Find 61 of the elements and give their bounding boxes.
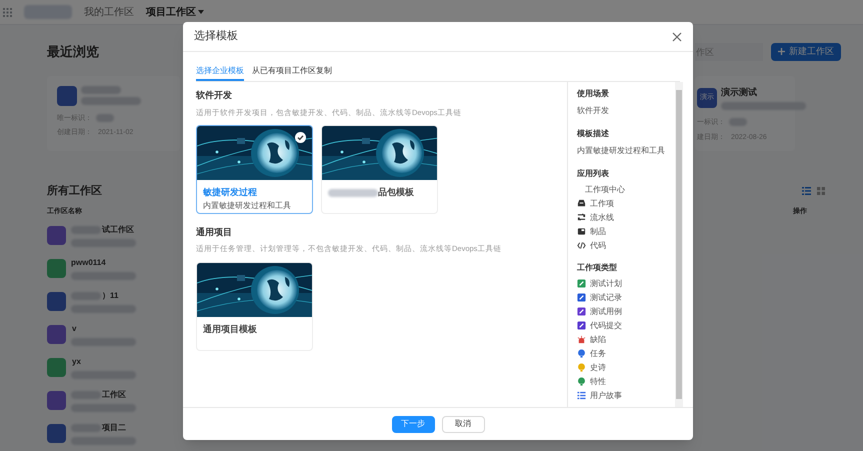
scrollbar[interactable] <box>675 82 683 407</box>
workspace-name[interactable]: 项目二 <box>102 422 126 434</box>
section-title: 所有工作区 <box>47 184 102 198</box>
detail-item: 流水线 <box>590 212 614 224</box>
workspace-name[interactable]: pww0114 <box>71 256 106 268</box>
detail-item: 用户故事 <box>590 390 622 402</box>
tab[interactable]: 从已有项目工作区复制 <box>252 65 332 81</box>
detail-item: 代码提交 <box>590 320 622 332</box>
workspace-name: 演示测试 <box>721 86 758 98</box>
section-title: 软件开发 <box>196 89 233 102</box>
detail-item: 缺陷 <box>590 334 606 346</box>
detail-text: 软件开发 <box>577 105 610 117</box>
dialog-title: 选择模板 <box>194 29 238 44</box>
detail-item: 任务 <box>590 348 606 360</box>
nav-tab[interactable]: 项目工作区 <box>146 4 204 20</box>
detail-item: 测试记录 <box>590 292 622 304</box>
apps-grid-icon[interactable] <box>3 8 12 16</box>
template-name: 品包模板 <box>378 186 414 199</box>
detail-item: 制品 <box>590 226 606 238</box>
template-card[interactable]: 品包模板 <box>321 124 438 214</box>
template-card[interactable]: 通用项目模板 <box>196 262 313 350</box>
next-button[interactable]: 下一步 <box>392 416 434 432</box>
detail-heading: 使用场景 <box>577 88 610 100</box>
detail-heading: 工作项类型 <box>577 262 618 274</box>
folder-icon <box>577 227 586 236</box>
nav-tab[interactable]: 我的工作区 <box>84 4 134 20</box>
template-card[interactable]: 敏捷研发过程 内置敏捷研发过程和工具 <box>196 124 313 214</box>
caret-icon <box>198 10 204 14</box>
workspace-name[interactable]: yx <box>72 356 81 368</box>
new-workspace-button[interactable]: 新建工作区 <box>771 42 841 61</box>
section-title: 最近浏览 <box>47 43 99 61</box>
detail-text: 内置敏捷研发过程和工具 <box>577 145 666 157</box>
detail-heading: 应用列表 <box>577 168 610 180</box>
plus-icon <box>778 48 785 56</box>
detail-item: 测试计划 <box>590 278 622 290</box>
workspace-name[interactable]: 工作区 <box>102 388 126 400</box>
template-description: 内置敏捷研发过程和工具 <box>203 200 292 212</box>
workspace-name[interactable]: v <box>72 322 76 334</box>
logo[interactable] <box>24 5 72 19</box>
section-title: 通用项目 <box>196 226 233 239</box>
workspace-name[interactable]: 试工作区 <box>102 224 134 236</box>
list-view-icon[interactable] <box>802 186 811 195</box>
template-name: 通用项目模板 <box>203 322 257 336</box>
code-icon <box>577 241 586 250</box>
grid-view-icon[interactable] <box>817 186 825 195</box>
detail-item: 工作项中心 <box>585 184 625 196</box>
cancel-button[interactable]: 取消 <box>442 416 484 432</box>
template-name: 敏捷研发过程 <box>203 186 257 199</box>
check-icon <box>295 132 306 143</box>
redacted-text <box>328 188 378 196</box>
tab[interactable]: 选择企业模板 <box>196 65 244 81</box>
detail-heading: 模板描述 <box>577 128 610 140</box>
detail-item: 代码 <box>590 240 606 252</box>
detail-item: 特性 <box>590 376 606 388</box>
arrows-icon <box>577 213 586 222</box>
detail-item: 史诗 <box>590 362 606 374</box>
close-button[interactable] <box>672 32 682 42</box>
workspace-name[interactable]: ）11 <box>102 290 118 302</box>
inbox-icon <box>577 199 586 208</box>
detail-item: 测试用例 <box>590 306 622 318</box>
detail-item: 工作项 <box>590 198 614 210</box>
